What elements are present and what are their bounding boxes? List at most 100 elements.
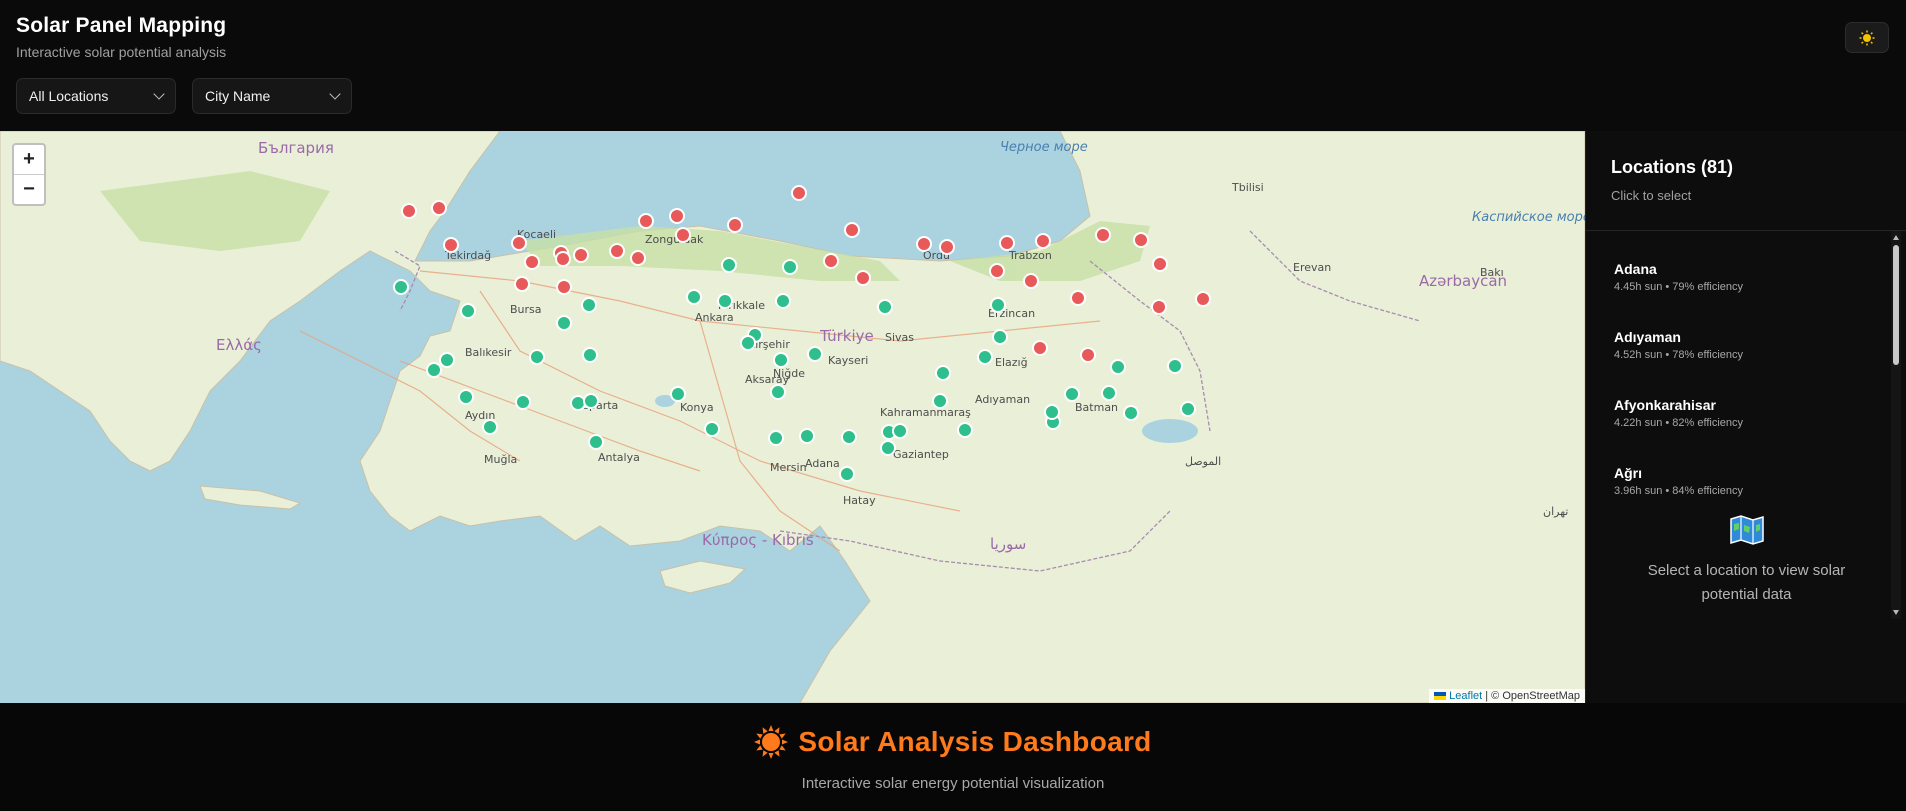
location-marker[interactable] <box>992 329 1008 345</box>
app-title: Solar Panel Mapping <box>16 14 227 37</box>
location-marker[interactable] <box>556 279 572 295</box>
scroll-up-icon[interactable] <box>1893 235 1899 240</box>
location-marker[interactable] <box>669 208 685 224</box>
location-marker[interactable] <box>511 235 527 251</box>
location-marker[interactable] <box>426 362 442 378</box>
location-marker[interactable] <box>877 299 893 315</box>
location-marker[interactable] <box>570 395 586 411</box>
location-marker[interactable] <box>1123 405 1139 421</box>
location-marker[interactable] <box>880 440 896 456</box>
location-marker[interactable] <box>916 236 932 252</box>
sort-by-select[interactable]: City Name <box>192 78 352 114</box>
location-marker[interactable] <box>675 227 691 243</box>
location-marker[interactable] <box>1151 299 1167 315</box>
location-marker[interactable] <box>393 279 409 295</box>
location-marker[interactable] <box>989 263 1005 279</box>
location-filter-select[interactable]: All Locations <box>16 78 176 114</box>
list-item[interactable]: Ağrı 3.96h sun • 84% efficiency <box>1614 465 1743 497</box>
location-marker[interactable] <box>1167 358 1183 374</box>
location-marker[interactable] <box>670 386 686 402</box>
sun-icon <box>754 725 789 759</box>
location-marker[interactable] <box>957 422 973 438</box>
location-marker[interactable] <box>770 384 786 400</box>
list-item[interactable]: Adıyaman 4.52h sun • 78% efficiency <box>1614 329 1743 361</box>
location-marker[interactable] <box>581 297 597 313</box>
location-marker[interactable] <box>990 297 1006 313</box>
location-marker[interactable] <box>740 335 756 351</box>
location-marker[interactable] <box>439 352 455 368</box>
map-label: Gaziantep <box>893 448 949 461</box>
location-marker[interactable] <box>401 203 417 219</box>
location-marker[interactable] <box>935 365 951 381</box>
location-marker[interactable] <box>721 257 737 273</box>
location-marker[interactable] <box>482 419 498 435</box>
location-marker[interactable] <box>1195 291 1211 307</box>
scroll-down-icon[interactable] <box>1893 610 1899 615</box>
location-marker[interactable] <box>686 289 702 305</box>
location-marker[interactable] <box>573 247 589 263</box>
location-marker[interactable] <box>1080 347 1096 363</box>
location-marker[interactable] <box>775 293 791 309</box>
location-marker[interactable] <box>588 434 604 450</box>
location-marker[interactable] <box>782 259 798 275</box>
location-marker[interactable] <box>515 394 531 410</box>
location-marker[interactable] <box>458 389 474 405</box>
location-marker[interactable] <box>582 347 598 363</box>
location-marker[interactable] <box>443 237 459 253</box>
location-marker[interactable] <box>1095 227 1111 243</box>
location-marker[interactable] <box>839 466 855 482</box>
location-marker[interactable] <box>999 235 1015 251</box>
location-marker[interactable] <box>727 217 743 233</box>
empty-state-text: Select a location to view solar potentia… <box>1647 562 1846 603</box>
location-marker[interactable] <box>1035 233 1051 249</box>
location-marker[interactable] <box>791 185 807 201</box>
location-marker[interactable] <box>630 250 646 266</box>
map-label: Erevan <box>1293 261 1331 274</box>
location-marker[interactable] <box>892 423 908 439</box>
location-marker[interactable] <box>977 349 993 365</box>
location-marker[interactable] <box>524 254 540 270</box>
location-marker[interactable] <box>1070 290 1086 306</box>
location-marker[interactable] <box>1064 386 1080 402</box>
location-marker[interactable] <box>855 270 871 286</box>
location-marker[interactable] <box>717 293 733 309</box>
location-marker[interactable] <box>1180 401 1196 417</box>
leaflet-link[interactable]: Leaflet <box>1449 690 1482 702</box>
location-marker[interactable] <box>460 303 476 319</box>
location-marker[interactable] <box>939 239 955 255</box>
chevron-down-icon <box>329 88 341 100</box>
map-tiles[interactable]: Черное мореTürkiyeAnkaraBursaBalıkesirAy… <box>0 131 1585 703</box>
location-marker[interactable] <box>514 276 530 292</box>
location-marker[interactable] <box>556 315 572 331</box>
location-marker[interactable] <box>431 200 447 216</box>
location-marker[interactable] <box>768 430 784 446</box>
location-marker[interactable] <box>583 393 599 409</box>
location-marker[interactable] <box>1044 404 1060 420</box>
location-marker[interactable] <box>529 349 545 365</box>
location-marker[interactable] <box>932 393 948 409</box>
list-item[interactable]: Afyonkarahisar 4.22h sun • 82% efficienc… <box>1614 397 1743 429</box>
list-item[interactable]: Adana 4.45h sun • 79% efficiency <box>1614 261 1743 293</box>
location-marker[interactable] <box>1032 340 1048 356</box>
zoom-out-button[interactable]: − <box>14 174 44 204</box>
location-marker[interactable] <box>844 222 860 238</box>
location-marker[interactable] <box>773 352 789 368</box>
location-marker[interactable] <box>1133 232 1149 248</box>
location-marker[interactable] <box>799 428 815 444</box>
location-marker[interactable] <box>823 253 839 269</box>
location-marker[interactable] <box>841 429 857 445</box>
location-marker[interactable] <box>1152 256 1168 272</box>
solar-map[interactable]: Черное море Türkiye Ankara Bursa Balıkesir Ay… <box>0 131 1585 703</box>
locations-scrollbar[interactable] <box>1891 231 1901 619</box>
location-marker[interactable] <box>807 346 823 362</box>
location-marker[interactable] <box>1101 385 1117 401</box>
theme-toggle-button[interactable] <box>1845 22 1889 53</box>
location-marker[interactable] <box>1023 273 1039 289</box>
scroll-thumb[interactable] <box>1893 245 1899 365</box>
location-marker[interactable] <box>1110 359 1126 375</box>
location-marker[interactable] <box>638 213 654 229</box>
location-marker[interactable] <box>609 243 625 259</box>
location-marker[interactable] <box>555 251 571 267</box>
location-marker[interactable] <box>704 421 720 437</box>
zoom-in-button[interactable]: + <box>14 145 44 174</box>
